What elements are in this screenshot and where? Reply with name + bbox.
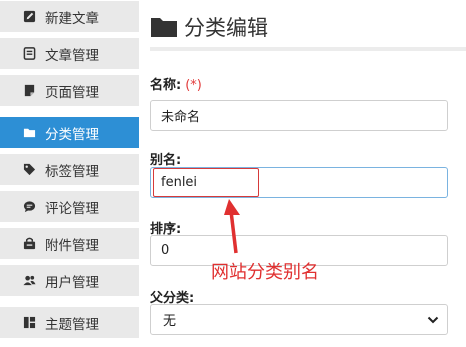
title-divider xyxy=(150,47,466,51)
name-input[interactable] xyxy=(150,100,448,131)
category-edit-panel: 分类编辑 名称:(*) 别名: 排序: 父分类: 无 网站分类别名 xyxy=(150,0,466,347)
sidebar-item-users[interactable]: 用户管理 xyxy=(0,265,139,296)
folder-icon xyxy=(151,18,177,37)
sidebar-item-comments[interactable]: 评论管理 xyxy=(0,191,139,222)
annotation-arrow-icon xyxy=(224,199,240,254)
page-icon xyxy=(22,84,36,98)
users-icon xyxy=(22,274,36,288)
chevron-down-icon xyxy=(427,316,439,323)
sidebar-item-label: 附件管理 xyxy=(45,237,99,254)
theme-icon xyxy=(22,316,36,330)
comment-icon xyxy=(22,200,36,214)
sidebar-item-label: 分类管理 xyxy=(45,126,99,143)
folder-icon xyxy=(22,126,36,140)
tag-icon xyxy=(22,163,36,177)
name-label: 名称: (*) xyxy=(150,74,202,93)
required-mark: (*) xyxy=(185,78,202,93)
attachment-icon xyxy=(22,237,36,251)
page-header: 分类编辑 xyxy=(150,12,268,42)
sidebar-item-categories[interactable]: 分类管理 xyxy=(0,117,139,148)
page-title: 分类编辑 xyxy=(184,16,268,40)
sidebar-item-tags[interactable]: 标签管理 xyxy=(0,154,139,185)
sidebar-item-posts[interactable]: 文章管理 xyxy=(0,38,139,69)
sidebar-item-label: 文章管理 xyxy=(45,47,99,64)
sidebar-item-label: 页面管理 xyxy=(45,84,99,101)
parent-category-select[interactable]: 无 xyxy=(150,304,448,335)
annotation-text: 网站分类别名 xyxy=(211,262,319,283)
edit-icon xyxy=(22,10,36,24)
sidebar-item-new-post[interactable]: 新建文章 xyxy=(0,1,139,32)
sidebar-item-label: 新建文章 xyxy=(45,10,99,27)
name-label-text: 名称: xyxy=(150,78,182,93)
sidebar-item-themes[interactable]: 主题管理 xyxy=(0,307,139,338)
sidebar-item-label: 标签管理 xyxy=(45,163,99,180)
alias-highlight-box xyxy=(153,168,259,197)
parent-category-value: 无 xyxy=(163,314,177,329)
sidebar: 新建文章 文章管理 页面管理 分类管理 标签管理 评论管理 附件管理 用户管理 … xyxy=(0,0,139,347)
document-icon xyxy=(22,47,36,61)
sidebar-item-attachments[interactable]: 附件管理 xyxy=(0,228,139,259)
sidebar-item-label: 用户管理 xyxy=(45,274,99,291)
sidebar-item-pages[interactable]: 页面管理 xyxy=(0,75,139,106)
alias-label: 别名: xyxy=(150,153,182,168)
sidebar-item-label: 评论管理 xyxy=(45,200,99,217)
sidebar-item-label: 主题管理 xyxy=(45,316,99,333)
